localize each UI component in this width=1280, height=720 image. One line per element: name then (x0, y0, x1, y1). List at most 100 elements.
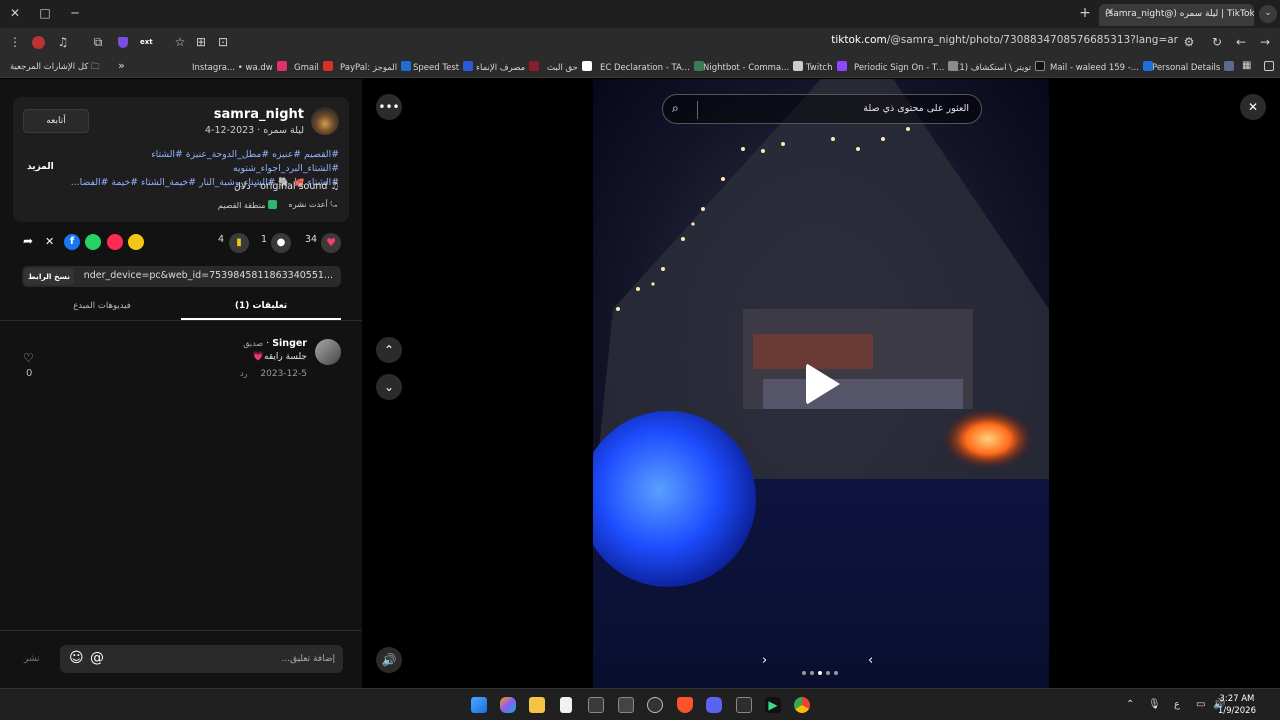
store-icon[interactable] (588, 697, 604, 713)
commenter-avatar[interactable] (315, 339, 341, 365)
brave-icon[interactable] (677, 697, 693, 713)
bookmark-favicon (529, 61, 540, 71)
search-icon[interactable]: ⌕ (672, 101, 679, 116)
bookmark-nightbot[interactable]: Nightbot - Comma... (703, 61, 804, 73)
profile-avatar[interactable] (32, 36, 45, 49)
share-send-icon[interactable] (107, 234, 123, 250)
bookmark-favicon (836, 61, 847, 71)
forward-icon[interactable]: ← (1232, 34, 1250, 52)
reload-icon[interactable]: ↻ (1208, 34, 1226, 52)
menu-icon[interactable]: ⋮ (6, 34, 24, 52)
share-x-icon[interactable]: ✕ (45, 235, 54, 248)
location-tag[interactable]: منطقة القصيم (218, 200, 277, 210)
share-whatsapp-icon[interactable] (85, 234, 101, 250)
bookmark-paypal[interactable]: PayPal: الموجز (340, 61, 412, 73)
comment-button[interactable]: ● (271, 233, 291, 253)
calculator-icon[interactable] (618, 697, 634, 713)
maximize-window-button[interactable]: □ (36, 5, 54, 23)
emoji-icon[interactable]: ☺ (69, 650, 84, 666)
play-icon[interactable] (806, 363, 840, 405)
site-settings-icon[interactable]: ⚙ (1180, 34, 1198, 52)
bookmark-personal-details[interactable]: Personal Details (1152, 61, 1235, 73)
media-player-icon[interactable]: ▶ (765, 697, 781, 713)
notepad-icon[interactable] (560, 697, 572, 713)
system-clock[interactable]: 3:27 AM 1/9/2026 (1218, 693, 1256, 717)
follow-button[interactable]: أتابعه (23, 109, 89, 133)
carousel-prev-icon[interactable]: › (762, 653, 767, 668)
bookmarks-overflow-button[interactable]: » (118, 59, 125, 72)
bookmark-stream-right[interactable]: حق البث (547, 61, 592, 73)
author-avatar[interactable] (311, 107, 339, 135)
start-icon[interactable] (471, 697, 487, 713)
close-window-button[interactable]: ✕ (6, 5, 24, 23)
bookmark-ec-declaration[interactable]: EC Declaration - TA... (600, 61, 704, 73)
bookmark-twitter[interactable]: (1) تويتر \ استكشاف (956, 61, 1046, 73)
side-panel-icon[interactable] (1264, 61, 1274, 71)
bookmark-twitch[interactable]: Twitch (806, 61, 847, 73)
bookmark-star-icon[interactable]: ☆ (171, 34, 189, 52)
back-icon[interactable]: → (1256, 34, 1274, 52)
tab-search-icon[interactable]: ⌄ (1259, 5, 1277, 23)
comment-author[interactable]: Singer · صديق (243, 338, 307, 349)
carousel-dot[interactable] (826, 671, 830, 675)
install-app-icon[interactable]: ⊡ (214, 34, 232, 52)
reply-button[interactable]: رد (240, 369, 247, 378)
copy-link-button[interactable]: نسخ الرابط (24, 268, 74, 285)
close-viewer-button[interactable]: ✕ (1240, 94, 1266, 120)
url-domain: tiktok.com (831, 34, 887, 46)
tray-overflow-icon[interactable]: ⌃ (1126, 699, 1134, 710)
like-button[interactable]: ♥ (321, 233, 341, 253)
copilot-icon[interactable] (500, 697, 516, 713)
share-more-icon[interactable]: ➦ (23, 234, 33, 248)
translate-icon[interactable]: ⊞ (192, 34, 210, 52)
related-content-search[interactable]: العثور على محتوى ذي صلة ⌕ (662, 94, 982, 124)
mention-icon[interactable]: @ (90, 650, 104, 666)
carousel-dot[interactable] (810, 671, 814, 675)
bookmark-speed-test[interactable]: Speed Test (413, 61, 474, 73)
share-facebook-icon[interactable]: f (64, 234, 80, 250)
browser-tab[interactable]: (samra_night@) ليلة سمره | TikTok (1099, 4, 1254, 26)
extensions-icon[interactable]: ⧉ (89, 34, 107, 52)
post-comment-button[interactable]: نشر (24, 654, 40, 664)
carousel-dot[interactable] (834, 671, 838, 675)
previous-post-button[interactable]: ⌃ (376, 337, 402, 363)
tab-close-icon[interactable]: ✕ (1101, 5, 1119, 23)
carousel-dot[interactable] (818, 671, 822, 675)
carousel-dot[interactable] (802, 671, 806, 675)
microphone-icon[interactable]: 🎙 (1148, 699, 1161, 710)
apps-grid-icon[interactable]: ▦ (1242, 60, 1251, 71)
shield-extension-icon[interactable] (118, 37, 128, 48)
all-bookmarks[interactable]: كل الإشارات المرجعية 🗀 (10, 61, 100, 75)
share-link-text[interactable]: ...p=1&sender_device=pc&web_id=753984581… (83, 270, 333, 281)
volume-icon[interactable]: 🔊 (376, 647, 402, 673)
bookmark-alinma-bank[interactable]: مصرف الإنماء (476, 61, 540, 73)
terminal-icon[interactable] (736, 697, 752, 713)
media-controls-icon[interactable]: ♫ (54, 34, 72, 52)
network-icon[interactable]: ▭ (1196, 699, 1205, 710)
see-more-button[interactable]: المزيد (27, 162, 54, 172)
discord-icon[interactable] (706, 697, 722, 713)
chrome-icon[interactable] (794, 697, 810, 713)
comment-like-icon[interactable]: ♡ (23, 351, 34, 365)
address-bar[interactable]: tiktok.com/@samra_night/photo/7308834708… (600, 34, 1178, 50)
carousel-next-icon[interactable]: ‹ (868, 653, 873, 668)
share-snapchat-icon[interactable] (128, 234, 144, 250)
more-options-button[interactable]: ••• (376, 94, 402, 120)
bookmark-instagram[interactable]: Instagra... • wa.dw (192, 61, 287, 73)
save-button[interactable]: ▮ (229, 233, 249, 253)
bookmark-gmail[interactable]: Gmail (294, 61, 333, 73)
original-sound-link[interactable]: ♫ original sound - دلال (234, 181, 339, 192)
bookmark-periodic-sign-on[interactable]: Periodic Sign On - T... (854, 61, 959, 73)
ext-extension-icon[interactable]: ext (140, 38, 153, 46)
new-tab-button[interactable]: + (1076, 5, 1094, 23)
tab-creator-videos[interactable]: فيديوهات المبدع (22, 301, 182, 311)
all-bookmarks-label: كل الإشارات المرجعية (10, 62, 89, 72)
input-language[interactable]: ع (1174, 699, 1180, 710)
tab-comments[interactable]: تعليقات (1) (181, 301, 341, 311)
file-explorer-icon[interactable] (529, 697, 545, 713)
bookmark-mail[interactable]: Mail - waleed 159 -... (1050, 61, 1153, 73)
app-icon[interactable] (647, 697, 663, 713)
minimize-window-button[interactable]: ─ (66, 5, 84, 23)
author-username[interactable]: samra_night (214, 107, 304, 122)
next-post-button[interactable]: ⌄ (376, 374, 402, 400)
